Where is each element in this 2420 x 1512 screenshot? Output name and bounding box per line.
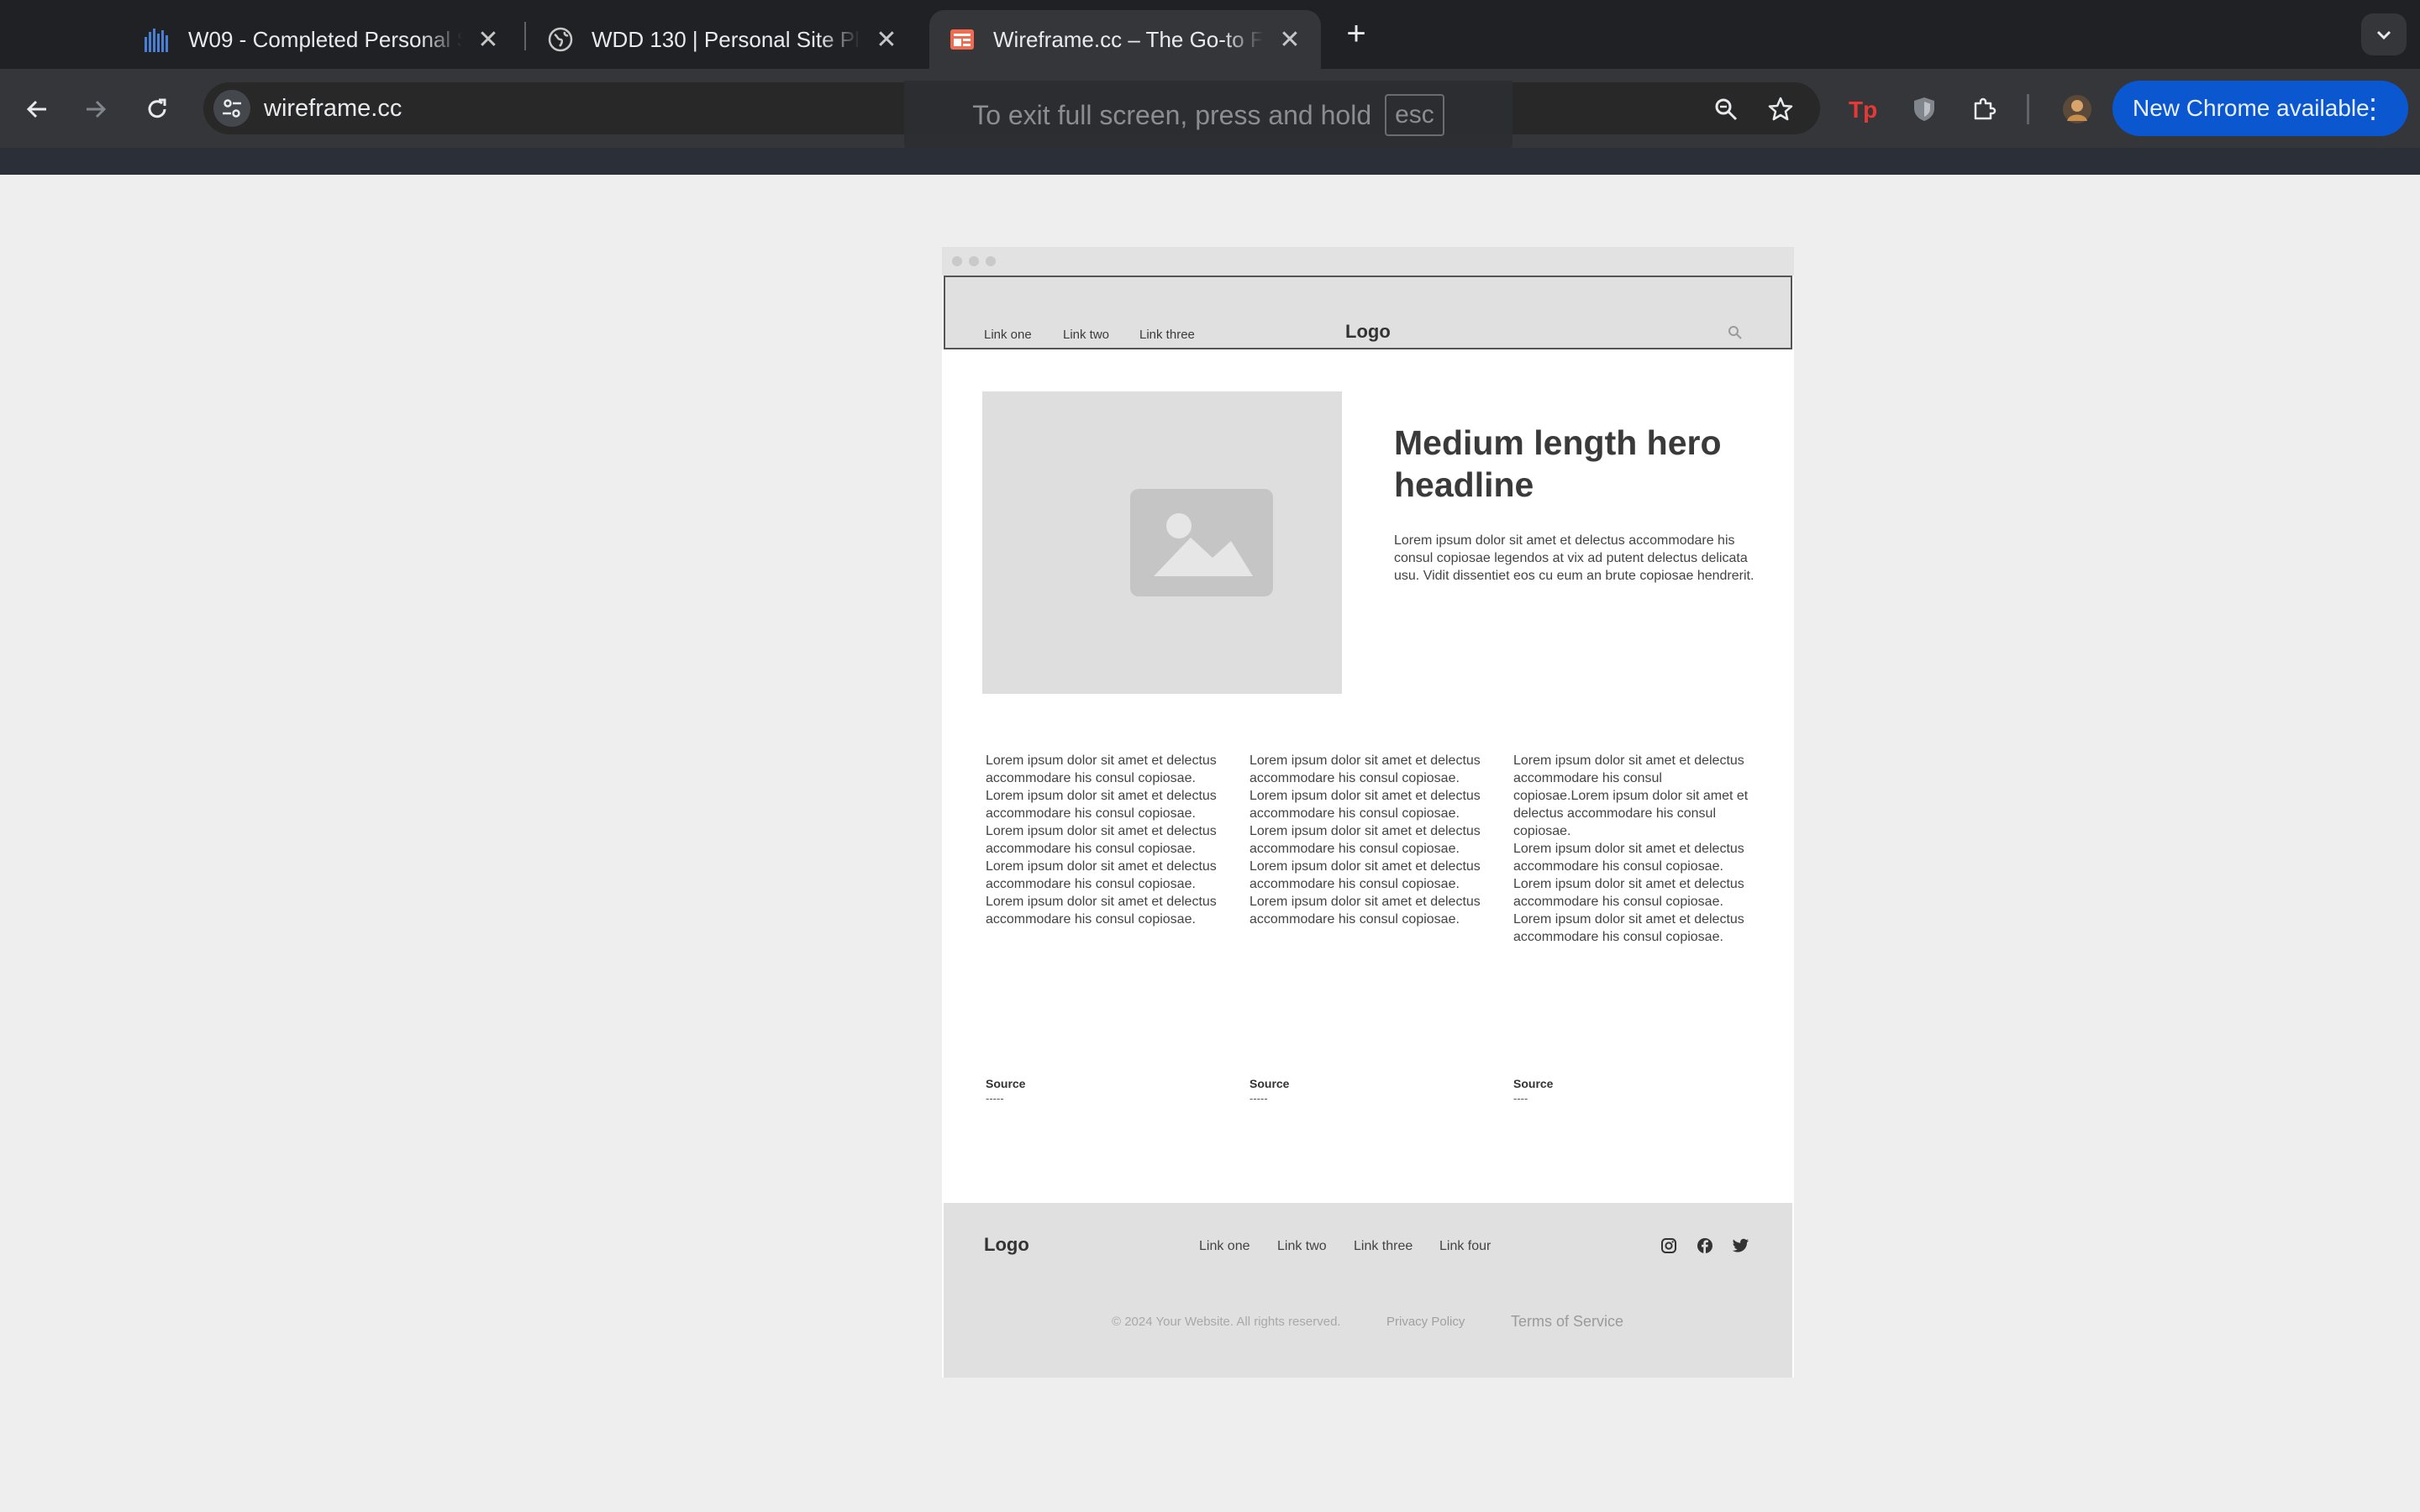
back-button[interactable]: [17, 89, 57, 129]
footer-link-one[interactable]: Link one: [1199, 1239, 1250, 1254]
column-paragraph: Lorem ipsum dolor sit amet et delectus a…: [1513, 842, 1744, 874]
column-paragraph: Lorem ipsum dolor sit amet et delectus a…: [1513, 912, 1744, 944]
source-value[interactable]: ----: [1513, 1092, 1528, 1105]
toolbar-divider: [2027, 94, 2029, 124]
source-value[interactable]: -----: [986, 1092, 1004, 1105]
footer-link-four[interactable]: Link four: [1439, 1239, 1491, 1254]
column-paragraph: Lorem ipsum dolor sit amet et delectus a…: [1249, 789, 1481, 821]
text-column-2[interactable]: Lorem ipsum dolor sit amet et delectus a…: [1249, 752, 1490, 928]
new-chrome-available-button[interactable]: New Chrome available ⋮: [2112, 81, 2408, 136]
fullscreen-hint-text: To exit full screen, press and hold: [972, 99, 1372, 130]
window-dot: [986, 256, 996, 266]
source-label[interactable]: Source: [1249, 1077, 1289, 1090]
tab-wdd130[interactable]: WDD 130 | Personal Site Planning ✕: [528, 10, 918, 69]
footer-privacy-policy[interactable]: Privacy Policy: [1386, 1315, 1465, 1329]
close-tab-icon[interactable]: ✕: [1277, 25, 1302, 55]
svg-text:Tp: Tp: [1849, 97, 1877, 123]
column-paragraph: Lorem ipsum dolor sit amet et delectus a…: [1249, 895, 1481, 927]
column-paragraph: Lorem ipsum dolor sit amet et delectus a…: [1249, 824, 1481, 856]
source-value[interactable]: -----: [1249, 1092, 1268, 1105]
window-dot: [969, 256, 979, 266]
text-column-1[interactable]: Lorem ipsum dolor sit amet et delectus a…: [986, 752, 1226, 928]
column-paragraph: Lorem ipsum dolor sit amet et delectus a…: [1249, 859, 1481, 891]
close-tab-icon[interactable]: ✕: [476, 25, 501, 55]
column-paragraph: Lorem ipsum dolor sit amet et delectus a…: [1513, 753, 1749, 838]
column-paragraph: Lorem ipsum dolor sit amet et delectus a…: [986, 753, 1217, 785]
bookmark-star-icon[interactable]: [1760, 89, 1801, 129]
zoom-icon[interactable]: [1706, 89, 1746, 129]
tab-title: W09 - Completed Personal Site Planning: [188, 26, 462, 52]
arrow-left-icon: [26, 100, 46, 118]
reload-icon: [148, 98, 166, 118]
footer-copyright[interactable]: © 2024 Your Website. All rights reserved…: [1112, 1315, 1341, 1329]
nav-link-three[interactable]: Link three: [1139, 328, 1195, 342]
extension-tp-icon[interactable]: Tp: [1844, 89, 1884, 129]
column-paragraph: Lorem ipsum dolor sit amet et delectus a…: [986, 859, 1217, 891]
window-dot: [952, 256, 962, 266]
footer-link-two[interactable]: Link two: [1277, 1239, 1327, 1254]
source-label[interactable]: Source: [986, 1077, 1025, 1090]
mock-browser-titlebar: [942, 247, 1794, 276]
extensions-puzzle-icon[interactable]: [1965, 89, 2005, 129]
column-paragraph: Lorem ipsum dolor sit amet et delectus a…: [1513, 877, 1744, 909]
footer-link-three[interactable]: Link three: [1354, 1239, 1413, 1254]
fullscreen-exit-hint: To exit full screen, press and hold esc: [904, 81, 1512, 150]
image-icon: [1130, 489, 1273, 596]
new-tab-button[interactable]: +: [1339, 13, 1373, 54]
search-icon[interactable]: [1728, 325, 1743, 344]
globe-icon: [546, 25, 575, 54]
close-tab-icon[interactable]: ✕: [874, 25, 899, 55]
shield-extension-icon[interactable]: [1904, 89, 1944, 129]
bookmarks-bar: [0, 148, 2420, 175]
hero-body-text[interactable]: Lorem ipsum dolor sit amet et delectus a…: [1394, 532, 1769, 585]
update-button-label: New Chrome available: [2133, 95, 2370, 121]
hero-headline[interactable]: Medium length hero headline: [1394, 422, 1764, 506]
site-info-button[interactable]: [213, 90, 250, 127]
profile-avatar[interactable]: [2057, 89, 2097, 129]
nav-link-one[interactable]: Link one: [984, 328, 1032, 342]
tab-divider: [524, 22, 526, 50]
wireframe-icon: [948, 25, 976, 54]
reload-button[interactable]: [137, 89, 177, 129]
instagram-icon[interactable]: [1658, 1235, 1680, 1257]
nav-logo[interactable]: Logo: [1345, 321, 1391, 343]
arrow-right-icon: [87, 100, 107, 118]
forward-button[interactable]: [76, 89, 116, 129]
column-paragraph: Lorem ipsum dolor sit amet et delectus a…: [986, 895, 1217, 927]
chevron-down-icon: [2376, 30, 2391, 40]
bars-chart-icon: [143, 25, 171, 54]
column-paragraph: Lorem ipsum dolor sit amet et delectus a…: [986, 824, 1217, 856]
esc-key-badge: esc: [1385, 94, 1444, 136]
source-label[interactable]: Source: [1513, 1077, 1553, 1090]
more-vert-icon[interactable]: ⋮: [2360, 92, 2386, 124]
tune-icon: [223, 99, 241, 118]
wireframe-canvas[interactable]: Link one Link two Link three Logo Medium…: [942, 247, 1794, 1378]
tab-wireframe[interactable]: Wireframe.cc – The Go-to Free Wireframe …: [929, 10, 1321, 69]
url-text[interactable]: wireframe.cc: [264, 92, 402, 125]
hero-image-placeholder[interactable]: [982, 391, 1342, 694]
tab-title: WDD 130 | Personal Site Planning: [592, 26, 860, 52]
twitter-icon[interactable]: [1730, 1235, 1752, 1257]
tab-title: Wireframe.cc – The Go-to Free Wireframe …: [993, 26, 1264, 52]
column-paragraph: Lorem ipsum dolor sit amet et delectus a…: [1249, 753, 1481, 785]
tab-search-button[interactable]: [2361, 13, 2407, 55]
footer-logo[interactable]: Logo: [984, 1234, 1029, 1256]
facebook-icon[interactable]: [1694, 1235, 1716, 1257]
nav-link-two[interactable]: Link two: [1063, 328, 1109, 342]
column-paragraph: Lorem ipsum dolor sit amet et delectus a…: [986, 789, 1217, 821]
tab-w09[interactable]: W09 - Completed Personal Site Planning ✕: [124, 10, 519, 69]
text-column-3[interactable]: Lorem ipsum dolor sit amet et delectus a…: [1513, 752, 1754, 946]
wireframe-footer[interactable]: Logo Link one Link two Link three Link f…: [944, 1203, 1792, 1378]
footer-terms-of-service[interactable]: Terms of Service: [1511, 1313, 1623, 1331]
